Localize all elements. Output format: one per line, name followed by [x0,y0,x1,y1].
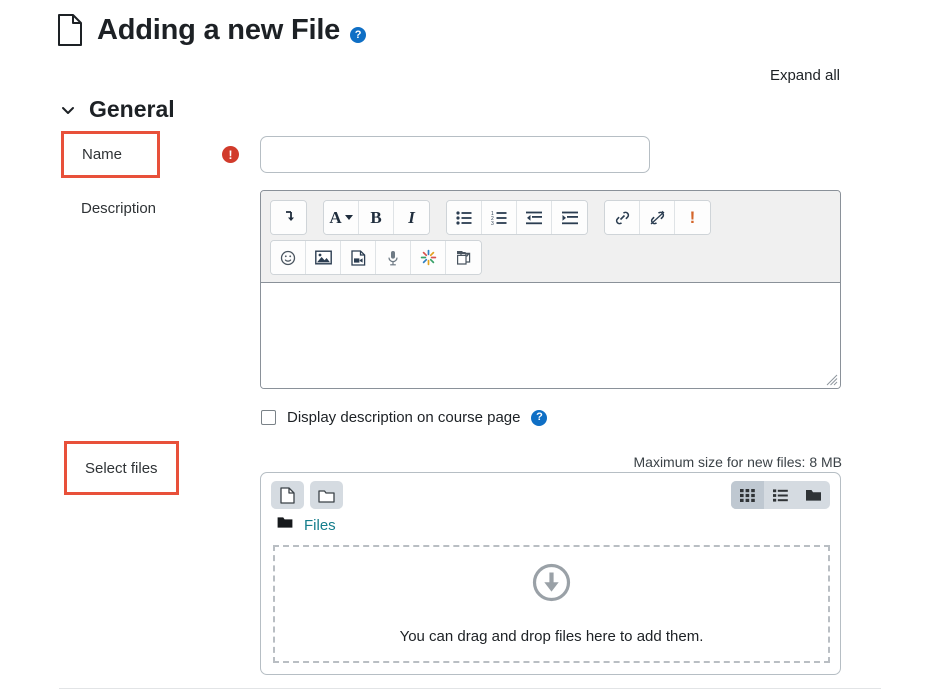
editor-toolbar-row-2 [270,239,831,276]
resize-handle-icon[interactable] [825,373,838,386]
document-icon [57,14,83,47]
breadcrumb-files[interactable]: Files [304,517,336,534]
indent-icon[interactable] [552,201,587,234]
editor-toolbar: A B I 1 [261,191,840,283]
image-icon[interactable] [306,241,341,274]
emoji-icon[interactable] [271,241,306,274]
section-header-general[interactable]: General [60,96,175,123]
list-view-icon[interactable] [764,481,797,509]
expand-all-link[interactable]: Expand all [770,67,840,84]
manage-files-icon[interactable] [446,241,481,274]
display-description-label[interactable]: Display description on course page [287,409,520,426]
file-picker-view-toggle [731,481,830,509]
file-picker: Files You can drag and drop files here t… [260,472,841,675]
dropzone-text: You can drag and drop files here to add … [400,628,704,645]
h5p-icon[interactable] [411,241,446,274]
annotation-box-select-files: Select files [64,441,179,495]
required-exclamation-icon: ! [222,146,239,163]
description-textarea[interactable] [261,283,840,388]
bullet-list-icon[interactable] [447,201,482,234]
file-picker-toolbar [261,473,840,509]
paragraph-style-icon[interactable] [271,201,306,234]
file-picker-breadcrumb: Files [261,509,840,534]
help-icon[interactable]: ? [350,27,366,43]
add-file-icon[interactable] [271,481,304,509]
grid-view-icon[interactable] [731,481,764,509]
unlink-icon[interactable] [640,201,675,234]
toolbar-group-format: A B I [323,200,430,235]
numbered-list-icon[interactable]: 1 2 3 [482,201,517,234]
adding-new-file-form: Adding a new File ? Expand all General N… [0,0,938,698]
tree-view-icon[interactable] [797,481,830,509]
download-arrow-icon [532,563,571,602]
toolbar-group-lists: 1 2 3 [446,200,588,235]
display-description-checkbox[interactable] [261,410,276,425]
page-header: Adding a new File ? [57,14,366,47]
record-audio-icon[interactable] [376,241,411,274]
accessibility-checker-icon[interactable]: ! [675,201,710,234]
page-title: Adding a new File [97,16,340,45]
editor-toolbar-row-1: A B I 1 [270,199,831,236]
svg-text:3: 3 [491,221,494,225]
file-picker-actions [271,481,343,509]
link-icon[interactable] [605,201,640,234]
help-icon[interactable]: ? [531,410,547,426]
display-description-row: Display description on course page ? [261,409,547,426]
media-icon[interactable] [341,241,376,274]
name-input[interactable] [260,136,650,173]
toolbar-group-insert [270,240,482,275]
outdent-icon[interactable] [517,201,552,234]
description-label: Description [81,200,156,217]
bottom-divider [59,688,881,689]
file-dropzone[interactable]: You can drag and drop files here to add … [273,545,830,663]
max-file-size-text: Maximum size for new files: 8 MB [634,454,843,470]
toolbar-group-links: ! [604,200,711,235]
annotation-box-name: Name [61,131,160,178]
bold-icon[interactable]: B [359,201,394,234]
select-files-label: Select files [67,460,158,477]
chevron-down-icon [60,102,76,118]
toolbar-group-style [270,200,307,235]
create-folder-icon[interactable] [310,481,343,509]
chevron-down-icon [345,215,353,220]
italic-icon[interactable]: I [394,201,429,234]
section-title: General [89,96,175,123]
font-color-icon[interactable]: A [324,201,359,234]
description-editor: A B I 1 [260,190,841,389]
folder-icon [277,516,294,534]
name-label: Name [64,146,122,163]
